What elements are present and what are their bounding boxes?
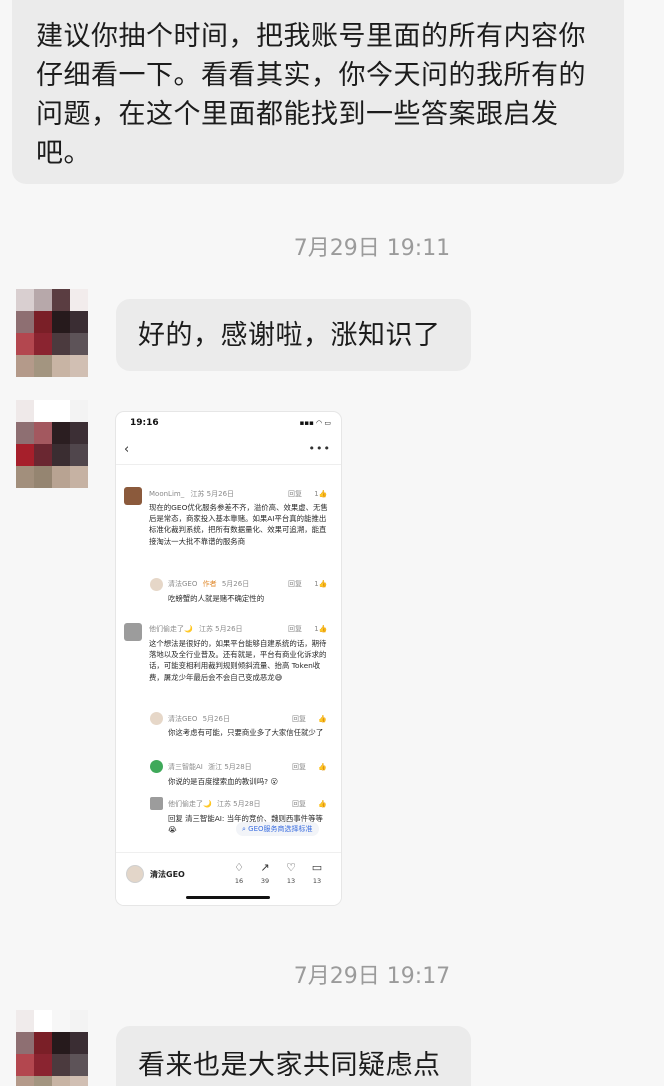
like-icon[interactable]: 👍 [318, 800, 327, 808]
like-icon[interactable]: 👍 [318, 715, 327, 723]
reply-text: 你这考虑有可能，只要商业多了大家信任就少了 [168, 728, 324, 737]
message-bubble[interactable]: 建议你抽个时间，把我账号里面的所有内容你仔细看一下。看看其实，你今天问的我所有的… [12, 0, 624, 184]
comment-header: MoonLim_ 江苏 5月26日 [149, 489, 234, 499]
comment-user[interactable]: 他们偷走了🌙 [149, 625, 193, 633]
message-bubble[interactable]: 好的，感谢啦，涨知识了 [116, 299, 471, 371]
comment-actions: 回复 1👍 [288, 624, 327, 634]
comment-icon: ▭ [311, 861, 323, 874]
timestamp: 7月29日 19:17 [293, 964, 451, 989]
share-icon: ↗ [260, 861, 270, 874]
reply-actions: 回复 👍 [292, 799, 327, 809]
reply-header: 清法GEO 作者 5月26日 [168, 579, 249, 589]
more-icon[interactable]: ••• [309, 442, 331, 455]
author-name[interactable]: 清法GEO [150, 869, 185, 880]
status-icons: ▪▪▪ ◠ ▭ [299, 419, 331, 427]
reply-actions: 回复 👍 [292, 714, 327, 724]
comment-meta: 江苏 5月26日 [190, 490, 235, 498]
author-tag: 作者 [202, 580, 217, 588]
like-button[interactable]: ♢ 16 [228, 861, 250, 885]
reply-header: 清三智能AI 浙江 5月28日 [168, 762, 252, 772]
comment-actions: 回复 1👍 [288, 489, 327, 499]
reply-user[interactable]: 清法GEO [168, 715, 197, 723]
reply-link[interactable]: 回复 [292, 763, 306, 771]
comment-text: 这个想法是很好的，如果平台能够自建系统的话，期待落地以及全行业普及。还有就是，平… [149, 639, 327, 682]
favorite-button[interactable]: ♡ 13 [280, 861, 302, 885]
status-bar: 19:16 ▪▪▪ ◠ ▭ [116, 418, 341, 432]
search-icon: ⌕ [242, 825, 246, 833]
divider [116, 464, 341, 465]
thumbs-up-icon: ♢ [234, 861, 244, 874]
reply-avatar[interactable] [150, 578, 163, 591]
avatar[interactable] [16, 400, 88, 488]
avatar[interactable] [16, 1010, 88, 1086]
search-chip[interactable]: ⌕ GEO服务商选择标准 [236, 822, 319, 836]
reply-link[interactable]: 回复 [288, 490, 302, 498]
comment-button[interactable]: ▭ 13 [306, 861, 328, 885]
reply-meta: 5月26日 [202, 715, 230, 723]
reply-avatar[interactable] [150, 712, 163, 725]
message-text: 好的，感谢啦，涨知识了 [138, 320, 441, 351]
like-icon[interactable]: 👍 [319, 625, 328, 633]
message-text: 看来也是大家共同疑虑点 [138, 1050, 441, 1081]
heart-icon: ♡ [286, 861, 296, 874]
comment-meta: 江苏 5月26日 [198, 625, 243, 633]
share-button[interactable]: ↗ 39 [254, 861, 276, 885]
timestamp: 7月29日 19:11 [293, 236, 451, 261]
reply-meta: 江苏 5月28日 [216, 800, 261, 808]
author-avatar[interactable] [126, 865, 144, 883]
reply-header: 他们偷走了🌙 江苏 5月28日 [168, 799, 261, 809]
reply-link[interactable]: 回复 [288, 625, 302, 633]
reply-text: 吃螃蟹的人就是赌不确定性的 [168, 594, 265, 603]
commenter-avatar[interactable] [124, 623, 142, 641]
comment-count: 13 [312, 877, 322, 885]
reply-actions: 回复 1👍 [288, 579, 327, 589]
reply-link[interactable]: 回复 [292, 800, 306, 808]
reply-link[interactable]: 回复 [288, 580, 302, 588]
like-icon[interactable]: 👍 [319, 490, 328, 498]
like-icon[interactable]: 👍 [319, 580, 328, 588]
comment-header: 他们偷走了🌙 江苏 5月26日 [149, 624, 243, 634]
reply-user[interactable]: 他们偷走了🌙 [168, 800, 212, 808]
reply-header: 清法GEO 5月26日 [168, 714, 230, 724]
reply-user[interactable]: 清法GEO [168, 580, 197, 588]
home-indicator [186, 896, 270, 899]
share-count: 39 [260, 877, 270, 885]
reply-avatar[interactable] [150, 797, 163, 810]
favorite-count: 13 [286, 877, 296, 885]
reply-avatar[interactable] [150, 760, 163, 773]
reply-meta: 5月26日 [221, 580, 250, 588]
commenter-avatar[interactable] [124, 487, 142, 505]
message-bubble[interactable]: 看来也是大家共同疑虑点 [116, 1026, 471, 1086]
reply-user[interactable]: 清三智能AI [168, 763, 203, 771]
reply-link[interactable]: 回复 [292, 715, 306, 723]
image-message-screenshot[interactable]: 19:16 ▪▪▪ ◠ ▭ ‹ ••• MoonLim_ 江苏 5月26日 回复… [116, 412, 341, 905]
like-icon[interactable]: 👍 [318, 763, 327, 771]
search-chip-label: GEO服务商选择标准 [248, 825, 313, 833]
comment-text: 现在的GEO优化服务参差不齐，溢价高、效果虚、无售后是常态，商家投入基本靠赌。如… [149, 503, 328, 546]
avatar[interactable] [16, 289, 88, 377]
reply-text: 你说的是百度搜索血的教训吗? 😮 [168, 777, 279, 786]
reply-actions: 回复 👍 [292, 762, 327, 772]
status-time: 19:16 [130, 418, 159, 428]
reply-meta: 浙江 5月28日 [208, 763, 252, 771]
message-text: 建议你抽个时间，把我账号里面的所有内容你仔细看一下。看看其实，你今天问的我所有的… [36, 21, 586, 169]
back-icon[interactable]: ‹ [124, 442, 129, 457]
comment-user[interactable]: MoonLim_ [149, 490, 184, 498]
like-count: 16 [234, 877, 244, 885]
